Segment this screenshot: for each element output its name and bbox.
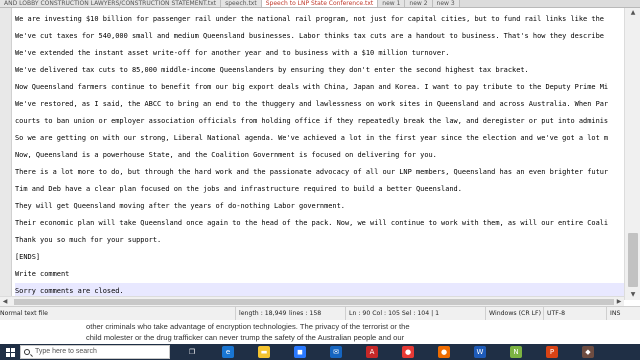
line-number [0, 181, 12, 198]
line-number [0, 198, 12, 215]
editor-tab-label: new 2 [409, 0, 428, 7]
line-number [0, 79, 12, 96]
editor-text-line[interactable]: We are investing $10 billion for passeng… [15, 11, 604, 28]
editor-text-line[interactable]: We've delivered tax cuts to 85,000 middl… [15, 62, 529, 79]
horizontal-scroll-thumb[interactable] [14, 299, 614, 305]
vertical-scrollbar[interactable]: ▲ ▼ [624, 8, 640, 300]
editor-text-line[interactable]: Thank you so much for your support. [15, 232, 161, 249]
status-eol[interactable]: Windows (CR LF) [485, 307, 541, 321]
editor-text-line[interactable]: Write comment [15, 266, 69, 283]
app-icon[interactable]: ◆ [582, 346, 594, 358]
editor-text-line[interactable]: We've extended the instant asset write-o… [15, 45, 449, 62]
status-insert-mode: INS [606, 307, 620, 321]
line-number [0, 232, 12, 249]
line-number-gutter [0, 8, 12, 300]
editor-text-line[interactable]: They will get Queensland moving after th… [15, 198, 345, 215]
word-icon[interactable]: W [474, 346, 486, 358]
windows-taskbar: Type here to search ❐ e ▬ ◼ ✉ A ● ● W N P ◆ [0, 344, 640, 360]
line-number [0, 164, 12, 181]
status-bar: Normal text file length : 18,949 lines :… [0, 306, 640, 321]
editor-tab[interactable]: Speech to LNP State Conference.txt [261, 0, 379, 7]
editor-text-line[interactable]: Now Queensland farmers continue to benef… [15, 79, 608, 96]
line-number [0, 215, 12, 232]
line-number [0, 249, 12, 266]
editor-text-line[interactable]: [ENDS] [15, 249, 40, 266]
text-editor[interactable]: We are investing $10 billion for passeng… [0, 8, 640, 300]
editor-tab[interactable]: AND LOBBY CONSTRUCTION LAWYERS/CONSTRUCT… [0, 0, 222, 7]
line-number [0, 147, 12, 164]
mail-icon[interactable]: ✉ [330, 346, 342, 358]
horizontal-scrollbar[interactable]: ◀ ▶ [0, 296, 624, 306]
editor-tab-label: new 1 [382, 0, 401, 7]
store-icon[interactable]: ◼ [294, 346, 306, 358]
scroll-up-arrow-icon[interactable]: ▲ [625, 8, 640, 18]
task-view-icon[interactable]: ❐ [186, 346, 198, 358]
line-number [0, 11, 12, 28]
vertical-scroll-thumb[interactable] [628, 233, 638, 287]
editor-tab[interactable]: new 3 [432, 0, 460, 7]
search-icon [24, 349, 30, 355]
line-number [0, 45, 12, 62]
line-number [0, 28, 12, 45]
status-filetype: Normal text file [0, 310, 48, 317]
editor-text-line[interactable]: Their economic plan will take Queensland… [15, 215, 608, 232]
editor-tab-label: Speech to LNP State Conference.txt [265, 0, 374, 7]
chrome-icon[interactable]: ● [402, 346, 414, 358]
background-text-line: other criminals who take advantage of en… [86, 322, 410, 331]
line-number [0, 130, 12, 147]
file-explorer-icon[interactable]: ▬ [258, 346, 270, 358]
tab-bar: AND LOBBY CONSTRUCTION LAWYERS/CONSTRUCT… [0, 0, 640, 8]
editor-text-line[interactable]: Tim and Deb have a clear plan focused on… [15, 181, 462, 198]
status-length: length : 18,949 [235, 307, 286, 321]
editor-text-area[interactable]: We are investing $10 billion for passeng… [15, 8, 624, 300]
background-browser-page: other criminals who take advantage of en… [0, 320, 640, 344]
acrobat-icon[interactable]: A [366, 346, 378, 358]
windows-logo-icon [5, 347, 15, 357]
editor-tab-label: new 3 [436, 0, 455, 7]
firefox-icon[interactable]: ● [438, 346, 450, 358]
scroll-down-arrow-icon[interactable]: ▼ [625, 290, 640, 300]
editor-tab-label: AND LOBBY CONSTRUCTION LAWYERS/CONSTRUCT… [4, 0, 217, 7]
editor-tab[interactable]: new 2 [405, 0, 433, 7]
status-lines: lines : 158 [289, 310, 322, 317]
background-text-line: child molester or the drug trafficker ca… [86, 333, 405, 342]
line-number [0, 266, 12, 283]
status-position: Ln : 90 Col : 105 Sel : 104 | 1 [345, 307, 439, 321]
status-encoding[interactable]: UTF-8 [543, 307, 565, 321]
taskbar-search-box[interactable]: Type here to search [20, 345, 170, 359]
editor-tab[interactable]: speech.txt [221, 0, 262, 7]
editor-tab-label: speech.txt [225, 0, 257, 7]
powerpoint-icon[interactable]: P [546, 346, 558, 358]
notepadpp-icon[interactable]: N [510, 346, 522, 358]
edge-icon[interactable]: e [222, 346, 234, 358]
search-placeholder: Type here to search [35, 348, 97, 355]
line-number [0, 113, 12, 130]
line-number [0, 96, 12, 113]
start-button[interactable] [0, 344, 20, 360]
editor-text-line[interactable]: We've cut taxes for 540,000 small and me… [15, 28, 604, 45]
editor-text-line[interactable]: So we are getting on with our strong, Li… [15, 130, 608, 147]
editor-text-line[interactable]: Now, Queensland is a powerhouse State, a… [15, 147, 437, 164]
editor-text-line[interactable]: We've restored, as I said, the ABCC to b… [15, 96, 608, 113]
editor-text-line[interactable]: There is a lot more to do, but through t… [15, 164, 608, 181]
editor-tab[interactable]: new 1 [378, 0, 406, 7]
editor-text-line[interactable]: courts to ban union or employer associat… [15, 113, 608, 130]
line-number [0, 62, 12, 79]
